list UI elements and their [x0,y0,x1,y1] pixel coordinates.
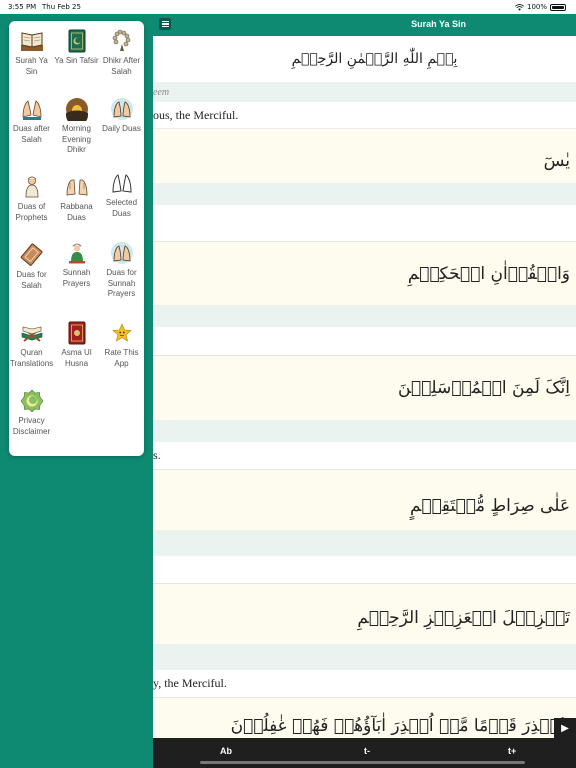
status-date: Thu Feb 25 [42,3,81,11]
menu-label: Surah Ya Sin [15,56,48,76]
menu-label: Privacy Disclaimer [12,416,51,436]
transliteration-band [153,305,576,327]
badge-icon [20,389,44,413]
status-time: 3:55 PM [8,3,37,11]
bismillah: بِسۡمِ اللّٰهِ الرَّحۡمٰنِ الرَّحِیۡمِ [153,36,576,82]
prophet-figure-icon [20,175,44,199]
prayer-mat-icon [20,243,44,267]
menu-item-daily-duas[interactable]: Daily Duas [99,97,144,135]
verse-translation: s. [153,448,161,462]
status-right: 100% [515,3,566,11]
menu-label: Selected Duas [105,198,138,218]
prayer-beads-icon [110,29,134,53]
menu-label: Duas of Prophets [15,202,48,222]
verse-row[interactable]: وَالۡقُرۡاٰنِ الۡحَکِیۡمِ [153,242,576,356]
open-book-icon [20,29,44,53]
text-smaller-button[interactable]: t- [364,746,370,756]
menu-item-rate-this-app[interactable]: Rate This App [99,321,144,369]
hands-outline-icon [110,171,134,195]
verse-translation: y, the Merciful. [153,676,227,690]
menu-label: Morning Evening Dhikr [62,124,91,154]
menu-label: Ya Sin Tafsir [54,56,99,65]
home-indicator [200,761,525,764]
verse-arabic: یٰسٓ [543,151,570,171]
wifi-icon [515,3,524,11]
menu-item-duas-after-salah[interactable]: Duas after Salah [9,97,54,145]
praying-hands-icon [20,97,44,121]
transliteration-band [153,420,576,442]
verse-arabic: عَلٰی صِرَاطٍ مُّسۡتَقِیۡمٍ [410,496,570,516]
menu-item-morning-evening-dhikr[interactable]: Morning Evening Dhikr [54,97,99,156]
translation-line: ous, the Merciful. [153,102,576,129]
menu-label: Daily Duas [102,124,141,133]
verse-arabic: وَالۡقُرۡاٰنِ الۡحَکِیۡمِ [407,264,570,284]
battery-icon [550,3,566,11]
sunrise-icon [65,97,89,121]
star-face-icon [110,321,134,345]
play-button[interactable]: ▶ [554,718,576,738]
verse-row[interactable]: لِتُنۡذِرَ قَوۡمًا مَّاۤ اُنۡذِرَ اٰبَآؤ… [153,698,576,738]
verse-row[interactable]: عَلٰی صِرَاطٍ مُّسۡتَقِیۡمٍ [153,470,576,584]
translation-band [153,327,576,355]
transliteration-band [153,530,576,556]
menu-item-sunnah-prayers[interactable]: Sunnah Prayers [54,241,99,289]
quran-stand-icon [20,321,44,345]
menu-item-surah-ya-sin[interactable]: Surah Ya Sin [9,29,54,77]
translation-band [153,556,576,583]
text-larger-button[interactable]: t+ [508,746,516,756]
verse-row[interactable]: تَنۡزِیۡلَ الۡعَزِیۡزِ الرَّحِیۡمِ y, th… [153,584,576,698]
red-book-icon [65,321,89,345]
font-button[interactable]: Ab [220,746,232,756]
menu-label: Duas after Salah [13,124,50,144]
translation-fragment: ous, the Merciful. [153,107,239,122]
translation-band [153,205,576,241]
menu-label: Dhikr After Salah [102,56,141,76]
menu-label: Quran Translations [9,348,54,368]
menu-item-duas-for-sunnah-prayers[interactable]: Duas for Sunnah Prayers [99,241,144,300]
navigation-menu: Surah Ya Sin Ya Sin Tafsir Dhikr After S… [9,21,144,456]
hands-in-circle-icon [110,241,134,265]
menu-label: Rate This App [104,348,139,368]
bottom-toolbar: Ab t- t+ [153,738,576,768]
quran-book-icon [65,29,89,53]
menu-item-dhikr-after-salah[interactable]: Dhikr After Salah [99,29,144,77]
transliteration-fragment: eem [153,86,170,98]
transliteration-band [153,183,576,205]
menu-label: Rabbana Duas [60,202,93,222]
menu-label: Sunnah Prayers [62,268,91,288]
menu-item-asma-ul-husna[interactable]: Asma Ul Husna [54,321,99,369]
verse-arabic: لِتُنۡذِرَ قَوۡمًا مَّاۤ اُنۡذِرَ اٰبَآؤ… [230,716,570,736]
surah-content[interactable]: بِسۡمِ اللّٰهِ الرَّحۡمٰنِ الرَّحِیۡمِ e… [153,36,576,738]
verse-arabic: اِنَّکَ لَمِنَ الۡمُرۡسَلِیۡنَ [397,378,570,398]
translation-band [153,442,576,469]
raised-hands-icon [110,97,134,121]
menu-item-selected-duas[interactable]: Selected Duas [99,171,144,219]
header-bar: Surah Ya Sin [153,14,576,36]
menu-label: Asma Ul Husna [61,348,92,368]
verse-row[interactable]: یٰسٓ [153,129,576,242]
verse-row[interactable]: اِنَّکَ لَمِنَ الۡمُرۡسَلِیۡنَ s. [153,356,576,470]
menu-item-ya-sin-tafsir[interactable]: Ya Sin Tafsir [54,29,99,67]
praying-boy-icon [65,241,89,265]
menu-item-rabbana-duas[interactable]: Rabbana Duas [54,175,99,223]
status-bar: 3:55 PM Thu Feb 25 100% [0,0,576,14]
menu-label: Duas for Sunnah Prayers [106,268,137,298]
menu-item-privacy-disclaimer[interactable]: Privacy Disclaimer [9,389,54,437]
transliteration-line: eem [153,82,576,102]
transliteration-band [153,644,576,670]
menu-item-duas-of-prophets[interactable]: Duas of Prophets [9,175,54,223]
open-palms-icon [65,175,89,199]
verse-arabic: تَنۡزِیۡلَ الۡعَزِیۡزِ الرَّحِیۡمِ [357,608,570,628]
menu-item-quran-translations[interactable]: Quran Translations [9,321,54,369]
battery-percent: 100% [526,3,547,11]
page-title: Surah Ya Sin [411,19,466,29]
menu-label: Duas for Salah [16,270,47,290]
menu-item-duas-for-salah[interactable]: Duas for Salah [9,243,54,291]
menu-icon[interactable] [159,18,171,30]
